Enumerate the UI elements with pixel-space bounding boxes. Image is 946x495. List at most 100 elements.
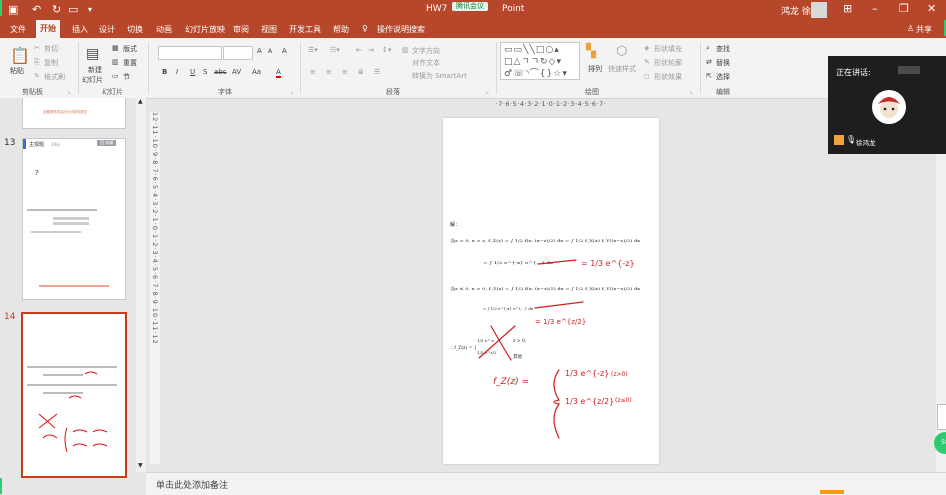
paragraph-launcher-icon[interactable]: ⌞ <box>486 87 489 95</box>
reset-button[interactable]: 重置 <box>123 58 137 68</box>
tab-insert[interactable]: 插入 <box>72 24 88 35</box>
ribbon-display-icon[interactable]: ⊞ <box>843 2 852 15</box>
quick-styles-button[interactable]: 快速样式 <box>608 64 636 74</box>
decrease-indent-icon[interactable]: ⇤ <box>356 46 362 54</box>
font-launcher-icon[interactable]: ⌞ <box>291 87 294 95</box>
tell-me-search[interactable]: 操作说明搜索 <box>377 24 425 35</box>
find-icon[interactable]: ⌕ <box>706 44 710 53</box>
scroll-up-icon[interactable]: ▲ <box>138 98 143 105</box>
grow-font-button[interactable]: A <box>257 47 262 55</box>
smartart-button[interactable]: 转换为 SmartArt <box>412 71 467 81</box>
strikethrough-button[interactable]: abc <box>214 68 227 76</box>
scroll-down-icon[interactable]: ▼ <box>138 462 143 469</box>
underline-button[interactable]: U <box>190 68 195 76</box>
align-right-icon[interactable]: ≡ <box>342 68 348 76</box>
save-icon[interactable]: ▣ <box>8 3 18 17</box>
present-icon[interactable]: ▭ <box>68 3 78 17</box>
align-center-icon[interactable]: ≡ <box>326 68 332 76</box>
undo-icon[interactable]: ↶ <box>32 3 41 17</box>
justify-icon[interactable]: ≣ <box>358 68 364 76</box>
arrange-icon[interactable]: ▚ <box>586 44 596 59</box>
reset-icon[interactable]: ▥ <box>112 58 119 66</box>
section-icon[interactable]: ▭ <box>112 72 119 80</box>
new-slide-button-line2[interactable]: 幻灯片 <box>82 75 103 85</box>
notes-placeholder[interactable]: 单击此处添加备注 <box>156 478 228 491</box>
tab-animations[interactable]: 动画 <box>156 24 172 35</box>
font-color-button[interactable]: A <box>276 68 281 78</box>
increase-indent-icon[interactable]: ⇥ <box>368 46 374 54</box>
format-painter-button[interactable]: 格式刷 <box>44 72 65 82</box>
tab-developer[interactable]: 开发工具 <box>289 24 321 35</box>
distribute-icon[interactable]: ☰ <box>374 68 380 76</box>
scroll-thumb[interactable] <box>937 404 946 430</box>
font-family-dropdown[interactable] <box>158 46 222 60</box>
thumbnail-scrollbar[interactable]: ▲ ▼ <box>136 98 146 472</box>
copy-button[interactable]: 复制 <box>44 58 58 68</box>
account-avatar[interactable] <box>811 2 827 18</box>
slide-canvas[interactable]: 解： 当z > 0, x > z, f_Z(z) = ∫ 1/2 f(x, (x… <box>443 118 659 464</box>
select-icon[interactable]: ⇱ <box>706 72 712 80</box>
close-icon[interactable]: ✕ <box>927 2 936 15</box>
arrange-button[interactable]: 排列 <box>588 64 602 74</box>
tab-file[interactable]: 文件 <box>10 24 26 35</box>
align-left-icon[interactable]: ≡ <box>310 68 316 76</box>
slide-thumbnail-14[interactable] <box>21 312 127 478</box>
bullets-icon[interactable]: ☰▾ <box>308 46 318 54</box>
shape-outline-button[interactable]: 形状轮廓 <box>654 58 682 68</box>
restore-icon[interactable]: ❐ <box>899 2 909 15</box>
tab-transitions[interactable]: 切换 <box>127 24 143 35</box>
tab-help[interactable]: 帮助 <box>333 24 349 35</box>
shrink-font-button[interactable]: A <box>268 48 272 55</box>
tab-review[interactable]: 审阅 <box>233 24 249 35</box>
align-text-button[interactable]: 对齐文本 <box>412 58 440 68</box>
quick-styles-icon[interactable]: ⬡ <box>616 44 627 59</box>
share-button[interactable]: 共享 <box>916 24 932 35</box>
shadow-button[interactable]: S <box>203 68 207 76</box>
minimize-icon[interactable]: – <box>872 2 878 15</box>
slide-thumbnail-13[interactable]: 主观题 10分 回 收藏 ? <box>22 138 126 300</box>
tab-slideshow[interactable]: 幻灯片放映 <box>185 24 225 35</box>
layout-icon[interactable]: ▦ <box>112 44 119 52</box>
tab-home[interactable]: 开始 <box>36 20 60 38</box>
line-spacing-icon[interactable]: ↕▾ <box>382 46 391 54</box>
paste-button[interactable]: 粘贴 <box>10 66 24 76</box>
layout-button[interactable]: 版式 <box>123 44 137 54</box>
clear-format-button[interactable]: A <box>282 47 287 55</box>
shape-effects-button[interactable]: 形状效果 <box>654 72 682 82</box>
cut-button[interactable]: 剪切 <box>44 44 58 54</box>
customize-quick-access-icon[interactable]: ▾ <box>88 3 92 17</box>
shape-effects-icon[interactable]: ◻ <box>644 72 650 80</box>
copy-icon[interactable]: ⎘ <box>34 58 40 67</box>
numbering-icon[interactable]: ☷▾ <box>330 46 340 54</box>
drawing-launcher-icon[interactable]: ⌞ <box>690 87 693 95</box>
format-painter-icon[interactable]: ✎ <box>34 72 40 80</box>
find-button[interactable]: 查找 <box>716 44 730 54</box>
tab-view[interactable]: 视图 <box>261 24 277 35</box>
clipboard-launcher-icon[interactable]: ⌞ <box>68 87 71 95</box>
shape-outline-icon[interactable]: ✎ <box>644 58 650 66</box>
paste-icon[interactable]: 📋 <box>10 46 30 65</box>
shape-fill-button[interactable]: 形状填充 <box>654 44 682 54</box>
meeting-badge[interactable]: 腾讯会议 <box>452 2 488 11</box>
new-slide-icon[interactable]: ▤ <box>86 46 99 62</box>
account-name[interactable]: 鸿龙 徐 <box>781 4 811 17</box>
select-button[interactable]: 选择 <box>716 72 730 82</box>
bold-button[interactable]: B <box>162 68 167 76</box>
shapes-gallery[interactable]: ▭▭╲╲□○▴ □△ㄱㄱ↻◇▾ ♂☏◝⌒{}☆▾ <box>500 42 580 80</box>
replace-icon[interactable]: ⇄ <box>706 58 712 66</box>
cut-icon[interactable]: ✂ <box>34 44 40 52</box>
new-slide-button[interactable]: 新建 <box>88 65 102 75</box>
text-direction-button[interactable]: 文字方向 <box>412 46 440 56</box>
columns-icon[interactable]: ▥ <box>402 46 409 54</box>
slide-thumbnail-12[interactable]: 此题请作答后在5分钟内提交 <box>22 98 126 129</box>
canvas-scrollbar[interactable] <box>936 98 946 472</box>
replace-button[interactable]: 替换 <box>716 58 730 68</box>
shape-fill-icon[interactable]: ◈ <box>644 44 649 52</box>
italic-button[interactable]: I <box>176 68 178 76</box>
change-case-button[interactable]: Aa <box>252 68 261 76</box>
char-spacing-button[interactable]: AV <box>232 68 241 76</box>
section-button[interactable]: 节 <box>123 72 130 82</box>
font-size-dropdown[interactable] <box>223 46 253 60</box>
tab-design[interactable]: 设计 <box>99 24 115 35</box>
redo-icon[interactable]: ↻ <box>52 3 61 17</box>
